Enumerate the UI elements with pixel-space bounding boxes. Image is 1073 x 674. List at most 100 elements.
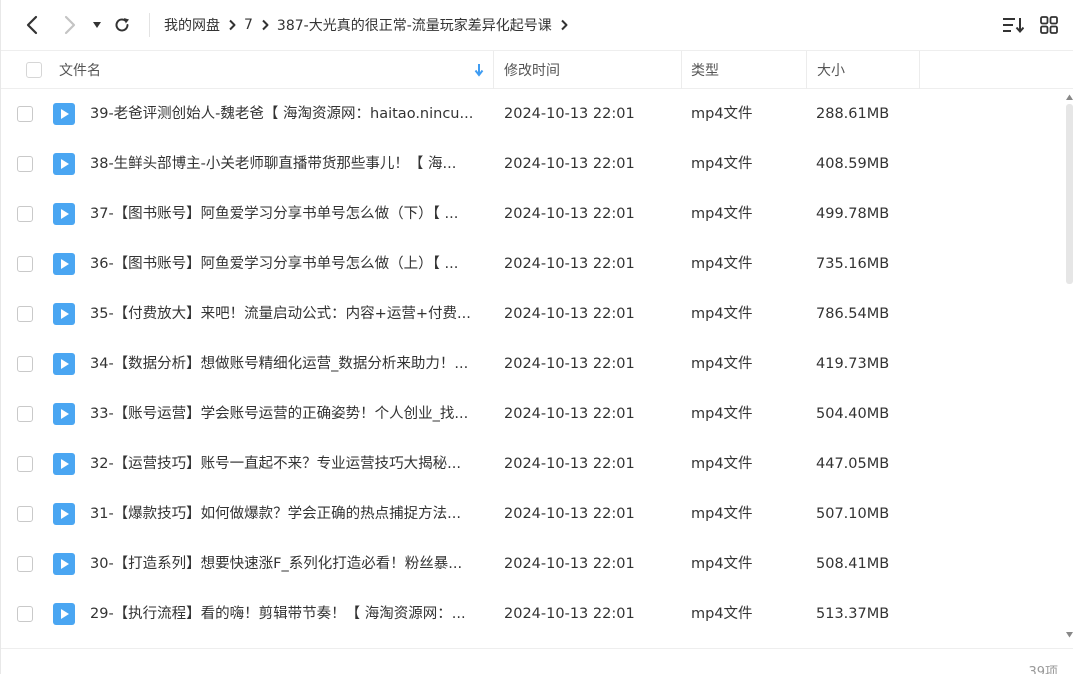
file-type: mp4文件 <box>691 406 753 422</box>
history-dropdown-button[interactable] <box>89 12 105 38</box>
chevron-right-icon[interactable] <box>560 19 568 31</box>
row-checkbox[interactable] <box>17 506 33 522</box>
file-modified-date: 2024-10-13 22:01 <box>504 156 635 172</box>
file-manager-window: 我的网盘 7 387-大光真的很正常-流量玩家差异化起号课 文件名 修改时间 类… <box>0 0 1073 674</box>
row-checkbox[interactable] <box>17 356 33 372</box>
select-all-cell <box>26 51 42 89</box>
file-size: 786.54MB <box>816 306 890 322</box>
file-modified-date: 2024-10-13 22:01 <box>504 106 635 122</box>
row-checkbox[interactable] <box>17 306 33 322</box>
vertical-scrollbar[interactable] <box>1065 89 1073 644</box>
column-header-type[interactable]: 类型 <box>691 51 719 89</box>
refresh-button[interactable] <box>109 12 135 38</box>
file-name[interactable]: 33-【账号运营】学会账号运营的正确姿势！个人创业_找... <box>90 389 485 439</box>
file-size: 419.73MB <box>816 356 890 372</box>
file-name[interactable]: 32-【运营技巧】账号一直起不来？专业运营技巧大揭秘... <box>90 439 485 489</box>
video-file-icon <box>53 153 75 175</box>
file-type: mp4文件 <box>691 156 753 172</box>
file-name[interactable]: 30-【打造系列】想要快速涨F_系列化打造必看！粉丝暴... <box>90 539 485 589</box>
file-modified-date: 2024-10-13 22:01 <box>504 306 635 322</box>
back-button[interactable] <box>19 12 45 38</box>
column-header-name-label: 文件名 <box>59 63 101 79</box>
video-file-icon <box>53 203 75 225</box>
file-list: 39-老爸评测创始人-魏老爸【 海淘资源网：haitao.nincu... 202… <box>1 89 1065 639</box>
row-checkbox[interactable] <box>17 206 33 222</box>
breadcrumb-item-current[interactable]: 387-大光真的很正常-流量玩家差异化起号课 <box>277 15 552 35</box>
file-size: 508.41MB <box>816 556 890 572</box>
file-name[interactable]: 34-【数据分析】想做账号精细化运营_数据分析来助力！... <box>90 339 485 389</box>
file-size: 499.78MB <box>816 206 890 222</box>
row-checkbox[interactable] <box>17 106 33 122</box>
breadcrumb-item-folder-7[interactable]: 7 <box>244 17 253 33</box>
file-name[interactable]: 39-老爸评测创始人-魏老爸【 海淘资源网：haitao.nincu... <box>90 89 485 139</box>
sort-button[interactable] <box>1002 14 1024 36</box>
file-type: mp4文件 <box>691 506 753 522</box>
file-name[interactable]: 38-生鲜头部博主-小关老师聊直播带货那些事儿！【 海... <box>90 139 485 189</box>
grid-view-button[interactable] <box>1038 14 1060 36</box>
file-row[interactable]: 38-生鲜头部博主-小关老师聊直播带货那些事儿！【 海... 2024-10-13… <box>1 139 1065 189</box>
file-name[interactable]: 37-【图书账号】阿鱼爱学习分享书单号怎么做（下）【 ... <box>90 189 485 239</box>
row-checkbox[interactable] <box>17 256 33 272</box>
scroll-down-arrow-icon[interactable] <box>1065 631 1073 639</box>
row-checkbox[interactable] <box>17 156 33 172</box>
chevron-right-icon <box>64 15 76 35</box>
file-row[interactable]: 31-【爆款技巧】如何做爆款？学会正确的热点捕捉方法... 2024-10-13 … <box>1 489 1065 539</box>
column-divider[interactable] <box>806 51 807 89</box>
column-header-name[interactable]: 文件名 <box>59 51 493 89</box>
scroll-up-arrow-icon[interactable] <box>1065 93 1073 101</box>
file-row[interactable]: 32-【运营技巧】账号一直起不来？专业运营技巧大揭秘... 2024-10-13 … <box>1 439 1065 489</box>
chevron-left-icon <box>26 15 38 35</box>
file-row[interactable]: 35-【付费放大】来吧！流量启动公式：内容+运营+付费... 2024-10-13… <box>1 289 1065 339</box>
file-name[interactable]: 36-【图书账号】阿鱼爱学习分享书单号怎么做（上）【 ... <box>90 239 485 289</box>
file-modified-date: 2024-10-13 22:01 <box>504 506 635 522</box>
column-header-modified[interactable]: 修改时间 <box>504 51 560 89</box>
row-checkbox[interactable] <box>17 606 33 622</box>
file-modified-date: 2024-10-13 22:01 <box>504 206 635 222</box>
file-row[interactable]: 29-【执行流程】看的嗨！剪辑带节奏！【 海淘资源网：... 2024-10-13… <box>1 589 1065 639</box>
file-row[interactable]: 30-【打造系列】想要快速涨F_系列化打造必看！粉丝暴... 2024-10-13… <box>1 539 1065 589</box>
file-modified-date: 2024-10-13 22:01 <box>504 356 635 372</box>
chevron-right-icon <box>228 19 236 31</box>
file-modified-date: 2024-10-13 22:01 <box>504 406 635 422</box>
file-type: mp4文件 <box>691 606 753 622</box>
file-modified-date: 2024-10-13 22:01 <box>504 606 635 622</box>
file-row[interactable]: 39-老爸评测创始人-魏老爸【 海淘资源网：haitao.nincu... 202… <box>1 89 1065 139</box>
status-bar: 39项 <box>1 648 1073 674</box>
item-count: 39项 <box>1028 665 1058 674</box>
file-type: mp4文件 <box>691 556 753 572</box>
breadcrumb: 我的网盘 7 387-大光真的很正常-流量玩家差异化起号课 <box>164 15 576 35</box>
file-row[interactable]: 36-【图书账号】阿鱼爱学习分享书单号怎么做（上）【 ... 2024-10-13… <box>1 239 1065 289</box>
refresh-icon <box>115 18 129 32</box>
column-header-size[interactable]: 大小 <box>817 51 845 89</box>
file-size: 513.37MB <box>816 606 890 622</box>
column-divider[interactable] <box>681 51 682 89</box>
file-modified-date: 2024-10-13 22:01 <box>504 456 635 472</box>
file-modified-date: 2024-10-13 22:01 <box>504 256 635 272</box>
row-checkbox[interactable] <box>17 456 33 472</box>
file-type: mp4文件 <box>691 456 753 472</box>
file-row[interactable]: 37-【图书账号】阿鱼爱学习分享书单号怎么做（下）【 ... 2024-10-13… <box>1 189 1065 239</box>
column-header-size-label: 大小 <box>817 63 845 79</box>
file-name[interactable]: 29-【执行流程】看的嗨！剪辑带节奏！【 海淘资源网：... <box>90 589 485 639</box>
column-divider[interactable] <box>919 51 920 89</box>
file-type: mp4文件 <box>691 306 753 322</box>
file-type: mp4文件 <box>691 256 753 272</box>
toolbar-divider <box>149 13 150 37</box>
sort-down-arrow-icon <box>474 64 484 77</box>
row-checkbox[interactable] <box>17 556 33 572</box>
breadcrumb-item-root[interactable]: 我的网盘 <box>164 15 220 35</box>
file-name[interactable]: 35-【付费放大】来吧！流量启动公式：内容+运营+付费... <box>90 289 485 339</box>
file-row[interactable]: 34-【数据分析】想做账号精细化运营_数据分析来助力！... 2024-10-13… <box>1 339 1065 389</box>
column-divider[interactable] <box>493 51 494 89</box>
forward-button[interactable] <box>57 12 83 38</box>
column-header-modified-label: 修改时间 <box>504 63 560 79</box>
column-header-type-label: 类型 <box>691 63 719 79</box>
scrollbar-thumb[interactable] <box>1066 104 1073 284</box>
file-type: mp4文件 <box>691 106 753 122</box>
grid-view-icon <box>1040 16 1058 34</box>
file-name[interactable]: 31-【爆款技巧】如何做爆款？学会正确的热点捕捉方法... <box>90 489 485 539</box>
file-row[interactable]: 33-【账号运营】学会账号运营的正确姿势！个人创业_找... 2024-10-13… <box>1 389 1065 439</box>
row-checkbox[interactable] <box>17 406 33 422</box>
file-size: 504.40MB <box>816 406 890 422</box>
select-all-checkbox[interactable] <box>26 62 42 78</box>
